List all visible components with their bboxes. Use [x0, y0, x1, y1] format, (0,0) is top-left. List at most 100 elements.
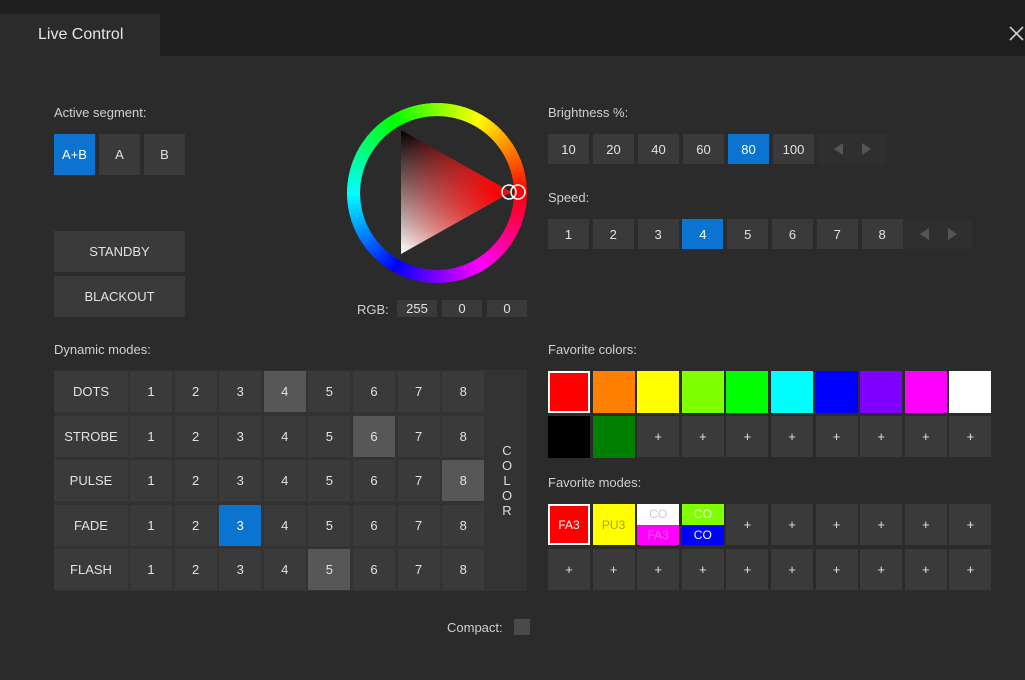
mode-dots-7[interactable]: 7	[397, 371, 440, 412]
mode-strobe-2[interactable]: 2	[174, 415, 217, 457]
speed-button-4[interactable]: 4	[682, 219, 724, 249]
add-favorite-color-button[interactable]: +	[904, 416, 947, 457]
add-favorite-mode-button[interactable]: +	[771, 549, 813, 590]
add-favorite-mode-button[interactable]: +	[637, 549, 680, 590]
mode-flash-8[interactable]: 8	[442, 549, 485, 590]
add-favorite-color-button[interactable]: +	[860, 416, 903, 457]
mode-row-flash[interactable]: FLASH	[54, 549, 128, 590]
favorite-mode-chip[interactable]: PU3	[592, 504, 635, 545]
segment-button-a[interactable]: A	[99, 134, 140, 175]
mode-flash-2[interactable]: 2	[174, 549, 217, 590]
mode-strobe-6[interactable]: 6	[353, 415, 395, 457]
mode-dots-3[interactable]: 3	[219, 371, 262, 412]
add-favorite-mode-button[interactable]: +	[592, 549, 635, 590]
segment-button-b[interactable]: B	[144, 134, 185, 175]
mode-row-dots[interactable]: DOTS	[54, 371, 128, 412]
speed-button-8[interactable]: 8	[861, 219, 903, 249]
add-favorite-mode-button[interactable]: +	[949, 549, 992, 590]
mode-fade-5[interactable]: 5	[308, 504, 351, 546]
mode-flash-7[interactable]: 7	[397, 549, 440, 590]
favorite-color-swatch[interactable]	[592, 416, 635, 458]
brightness-button-100[interactable]: 100	[773, 134, 814, 164]
mode-pulse-2[interactable]: 2	[174, 460, 217, 501]
speed-button-3[interactable]: 3	[637, 219, 679, 249]
mode-row-pulse[interactable]: PULSE	[54, 460, 128, 501]
mode-dots-4[interactable]: 4	[263, 371, 306, 412]
speed-button-2[interactable]: 2	[592, 219, 634, 249]
add-favorite-mode-button[interactable]: +	[904, 549, 947, 590]
mode-strobe-5[interactable]: 5	[308, 415, 351, 457]
add-favorite-mode-button[interactable]: +	[726, 504, 769, 545]
mode-flash-1[interactable]: 1	[130, 549, 172, 590]
mode-dots-5[interactable]: 5	[308, 371, 351, 412]
add-favorite-mode-button[interactable]: +	[726, 549, 769, 590]
speed-button-6[interactable]: 6	[772, 219, 813, 249]
color-triangle[interactable]	[401, 130, 511, 254]
favorite-mode-chip[interactable]: FA3	[548, 504, 590, 545]
speed-button-5[interactable]: 5	[727, 219, 769, 249]
add-favorite-mode-button[interactable]: +	[771, 504, 813, 545]
mode-fade-2[interactable]: 2	[174, 504, 217, 546]
favorite-mode-combo-chip[interactable]: CO CO	[681, 504, 724, 545]
mode-pulse-6[interactable]: 6	[353, 460, 395, 501]
standby-button[interactable]: STANDBY	[54, 231, 185, 272]
add-favorite-mode-button[interactable]: +	[860, 504, 903, 545]
close-button[interactable]	[1005, 22, 1025, 46]
favorite-color-swatch[interactable]	[548, 371, 590, 413]
mode-fade-8[interactable]: 8	[442, 504, 485, 546]
mode-fade-6[interactable]: 6	[353, 504, 395, 546]
add-favorite-mode-button[interactable]: +	[949, 504, 992, 545]
add-favorite-mode-button[interactable]: +	[815, 504, 858, 545]
blackout-button[interactable]: BLACKOUT	[54, 276, 185, 317]
favorite-color-swatch[interactable]	[548, 416, 590, 458]
mode-strobe-7[interactable]: 7	[397, 415, 440, 457]
brightness-button-20[interactable]: 20	[593, 134, 634, 164]
add-favorite-color-button[interactable]: +	[949, 416, 992, 457]
mode-strobe-4[interactable]: 4	[263, 415, 306, 457]
color-mode-button[interactable]: COLOR	[487, 370, 527, 591]
mode-strobe-1[interactable]: 1	[130, 415, 172, 457]
mode-pulse-8[interactable]: 8	[442, 460, 485, 501]
mode-flash-6[interactable]: 6	[353, 549, 395, 590]
brightness-button-60[interactable]: 60	[683, 134, 724, 164]
mode-row-strobe[interactable]: STROBE	[54, 415, 128, 457]
add-favorite-color-button[interactable]: +	[726, 416, 769, 457]
favorite-color-swatch[interactable]	[771, 371, 813, 413]
mode-strobe-3[interactable]: 3	[219, 415, 262, 457]
speed-button-1[interactable]: 1	[548, 219, 589, 249]
favorite-color-swatch[interactable]	[904, 371, 947, 413]
add-favorite-color-button[interactable]: +	[637, 416, 680, 457]
favorite-color-swatch[interactable]	[681, 371, 724, 413]
brightness-button-40[interactable]: 40	[638, 134, 679, 164]
mode-pulse-3[interactable]: 3	[219, 460, 262, 501]
compact-checkbox[interactable]	[514, 619, 530, 635]
mode-flash-4[interactable]: 4	[263, 549, 306, 590]
mode-pulse-5[interactable]: 5	[308, 460, 351, 501]
add-favorite-mode-button[interactable]: +	[681, 549, 724, 590]
mode-pulse-1[interactable]: 1	[130, 460, 172, 501]
favorite-color-swatch[interactable]	[637, 371, 680, 413]
mode-row-fade[interactable]: FADE	[54, 504, 128, 546]
rgb-g-field[interactable]: 0	[442, 300, 482, 317]
favorite-color-swatch[interactable]	[726, 371, 769, 413]
add-favorite-mode-button[interactable]: +	[860, 549, 903, 590]
mode-fade-4[interactable]: 4	[263, 504, 306, 546]
mode-dots-2[interactable]: 2	[174, 371, 217, 412]
add-favorite-mode-button[interactable]: +	[548, 549, 590, 590]
brightness-button-80[interactable]: 80	[728, 134, 769, 164]
favorite-color-swatch[interactable]	[592, 371, 635, 413]
mode-dots-1[interactable]: 1	[130, 371, 172, 412]
rgb-r-field[interactable]: 255	[397, 300, 437, 317]
mode-strobe-8[interactable]: 8	[442, 415, 485, 457]
mode-fade-3[interactable]: 3	[219, 504, 262, 546]
favorite-color-swatch[interactable]	[860, 371, 903, 413]
add-favorite-color-button[interactable]: +	[771, 416, 813, 457]
mode-pulse-7[interactable]: 7	[397, 460, 440, 501]
speed-button-7[interactable]: 7	[816, 219, 858, 249]
mode-fade-7[interactable]: 7	[397, 504, 440, 546]
segment-button-a-plus-b[interactable]: A+B	[54, 134, 95, 175]
tab-live-control[interactable]: Live Control	[0, 14, 160, 56]
mode-flash-5[interactable]: 5	[308, 549, 351, 590]
color-wheel[interactable]	[346, 102, 528, 284]
favorite-mode-combo-chip[interactable]: CO FA3	[637, 504, 680, 545]
